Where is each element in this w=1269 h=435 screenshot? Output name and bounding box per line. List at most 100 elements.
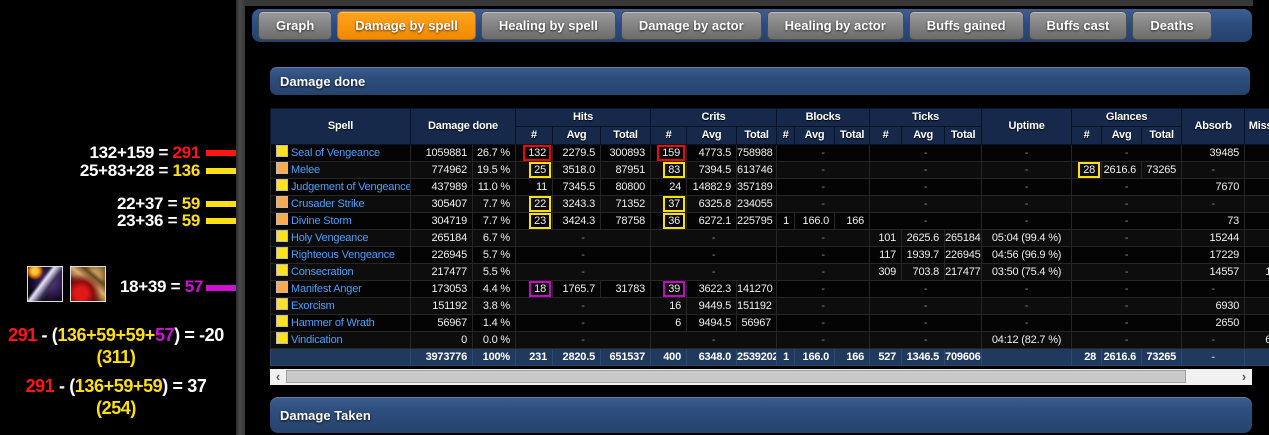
spell-link[interactable]: Judgement of Vengeance (291, 181, 411, 193)
cell-group-empty: - (516, 247, 651, 264)
subcolumn-avg: Avg (902, 127, 945, 145)
spell-link[interactable]: Righteous Vengeance (291, 249, 395, 261)
scroll-right-button[interactable]: › (1236, 369, 1252, 385)
spell-color-icon (276, 213, 288, 225)
spell-color-icon (276, 298, 288, 310)
cell-count: 132 (516, 145, 553, 162)
cell-group-empty: - (777, 162, 870, 179)
cell-total: 87951 (601, 162, 651, 179)
section-header-damage-done[interactable]: Damage done (270, 67, 1250, 95)
cell-total: 71352 (601, 196, 651, 213)
formula-result: (254) (0, 397, 232, 419)
spell-color-icon (276, 145, 288, 157)
spell-link[interactable]: Melee (291, 164, 320, 176)
tab-graph[interactable]: Graph (258, 11, 332, 40)
spell-link[interactable]: Vindication (291, 334, 342, 346)
cell-absorb: - (1182, 162, 1245, 179)
cell-group-empty: - (870, 281, 982, 298)
cell-uptime (982, 349, 1072, 366)
column-header-absorb: Absorb (1182, 109, 1245, 145)
cell-absorb: 39485 (1182, 145, 1245, 162)
cell-avg: 2279.5 (553, 145, 601, 162)
cell-total: 225795 (737, 213, 777, 230)
tab-healing-by-actor[interactable]: Healing by actor (767, 11, 904, 40)
subcolumn-total: Total (601, 127, 651, 145)
formula-line: 291 - (136+59+59) = 37 (0, 375, 232, 397)
cell-total: 80800 (601, 179, 651, 196)
cell-group-empty: - (516, 230, 651, 247)
spell-link[interactable]: Crusader Strike (291, 198, 364, 210)
cell-spell: Consecration (271, 264, 411, 281)
spell-link[interactable]: Hammer of Wrath (291, 317, 375, 329)
cell-count: 28 (1072, 349, 1102, 366)
column-header-damage-done: Damage done (411, 109, 516, 145)
cell-group-empty: - (1072, 315, 1182, 332)
cell-avg: 2625.6 (902, 230, 945, 247)
spell-link[interactable]: Manifest Anger (291, 283, 362, 295)
damage-table-container: Spell Damage done Hits Crits Blocks Tick… (270, 108, 1269, 370)
cell-group-empty: - (870, 298, 982, 315)
cell-group-empty: - (1072, 332, 1182, 349)
annotation-text: ) = 37 (162, 376, 206, 396)
cell-miss (1245, 298, 1269, 315)
formula-line: 291 - (136+59+59+57) = -20 (0, 324, 232, 346)
damage-table: Spell Damage done Hits Crits Blocks Tick… (270, 108, 1269, 366)
cell-uptime: - (982, 162, 1072, 179)
column-header-uptime: Uptime (982, 109, 1072, 145)
cell-count: 101 (870, 230, 902, 247)
tab-buffs-gained[interactable]: Buffs gained (909, 11, 1024, 40)
annotation-text: 23+36 = (117, 211, 182, 230)
cell-uptime: 03:50 (75.4 %) (982, 264, 1072, 281)
spell-link[interactable]: Divine Storm (291, 215, 352, 227)
cell-total: 357189 (737, 179, 777, 196)
annotation-formula-2: 291 - (136+59+59) = 37 (254) (0, 375, 232, 419)
spell-link[interactable]: Seal of Vengeance (291, 147, 380, 159)
cell-group-empty: - (1072, 213, 1182, 230)
cell-avg: 6325.8 (687, 196, 737, 213)
table-row: Judgement of Vengeance43798911.0 %117345… (271, 179, 1269, 196)
table-row: Exorcism1511923.8 %-169449.5151192----69… (271, 298, 1269, 315)
scroll-left-button[interactable]: ‹ (270, 369, 286, 385)
cell-group-empty: - (651, 332, 777, 349)
section-header-damage-taken[interactable]: Damage Taken (270, 397, 1252, 433)
cell-count: 22 (516, 196, 553, 213)
cell-group-empty: - (777, 145, 870, 162)
cell-count: 39 (651, 281, 687, 298)
cell-total: 217477 (945, 264, 982, 281)
tab-deaths[interactable]: Deaths (1132, 11, 1211, 40)
table-row: Hammer of Wrath569671.4 %-69494.556967--… (271, 315, 1269, 332)
cell-group-empty: - (516, 298, 651, 315)
cell-spell: Seal of Vengeance (271, 145, 411, 162)
highlight-box-yellow: 22 (529, 196, 551, 212)
cell-group-empty: - (777, 230, 870, 247)
spell-link[interactable]: Consecration (291, 266, 353, 278)
tab-buffs-cast[interactable]: Buffs cast (1029, 11, 1128, 40)
cell-group-empty: - (870, 196, 982, 213)
cell-avg: 703.8 (902, 264, 945, 281)
annotation-text: 291 (8, 325, 37, 345)
spell-color-icon (276, 196, 288, 208)
cell-avg: 14882.9 (687, 179, 737, 196)
table-row: Holy Vengeance2651846.7 %---1012625.6265… (271, 230, 1269, 247)
cell-miss (1245, 213, 1269, 230)
cell-group-empty: - (870, 162, 982, 179)
cell-uptime: - (982, 196, 1072, 213)
spell-color-icon (276, 179, 288, 191)
subcolumn-num: # (651, 127, 687, 145)
horizontal-scrollbar[interactable]: ‹ › (270, 369, 1252, 385)
spell-link[interactable]: Exorcism (291, 300, 335, 312)
cell-count: 83 (651, 162, 687, 179)
tab-healing-by-spell[interactable]: Healing by spell (481, 11, 616, 40)
scrollbar-thumb[interactable] (286, 370, 1186, 383)
cell-group-empty: - (1072, 145, 1182, 162)
highlight-box-yellow: 37 (663, 196, 685, 212)
cell-group-empty: - (1072, 179, 1182, 196)
cell-absorb: 73 (1182, 213, 1245, 230)
tab-damage-by-spell[interactable]: Damage by spell (337, 11, 476, 40)
tab-damage-by-actor[interactable]: Damage by actor (621, 11, 762, 40)
spell-link[interactable]: Holy Vengeance (291, 232, 368, 244)
cell-group-empty: - (777, 247, 870, 264)
cell-total: 78758 (601, 213, 651, 230)
annotation-text: 18+39 = (120, 277, 185, 296)
cell-total: 651537 (601, 349, 651, 366)
